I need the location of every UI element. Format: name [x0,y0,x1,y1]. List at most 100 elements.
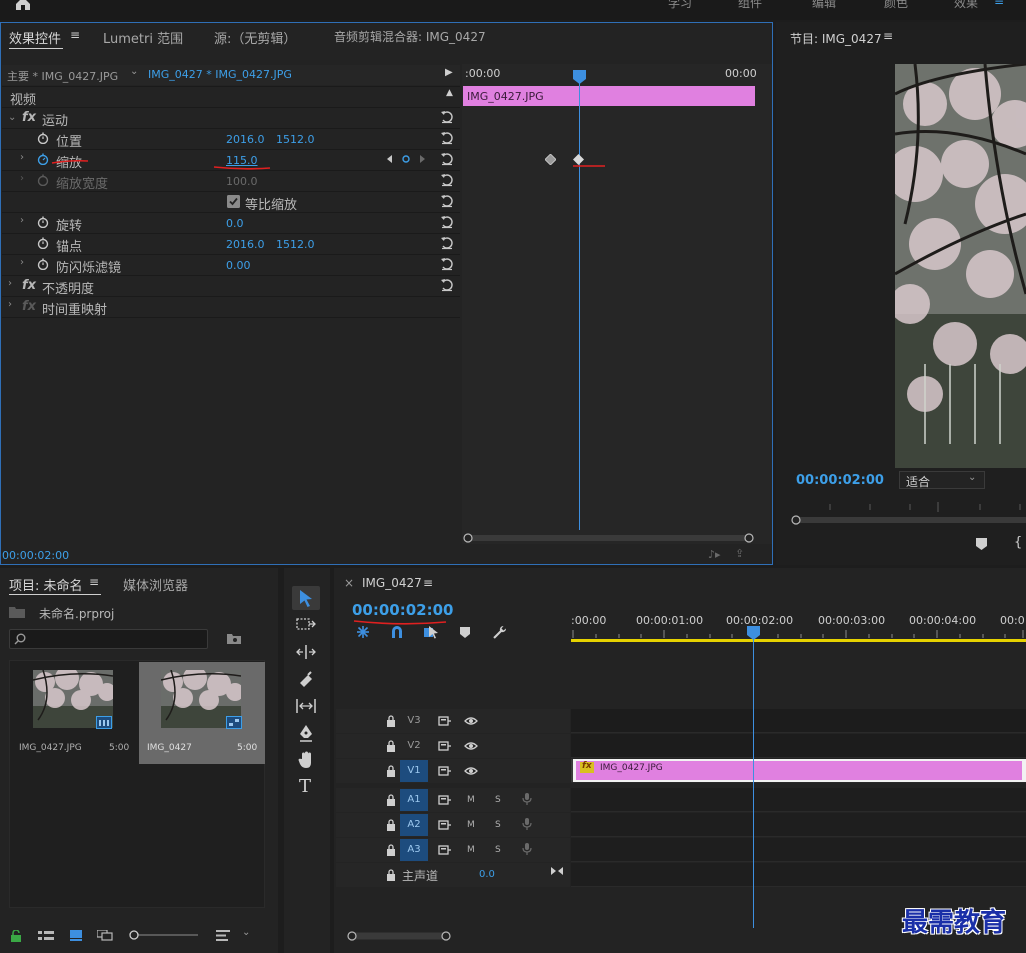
chevron-right-icon[interactable]: › [20,257,24,268]
reset-icon[interactable] [440,278,454,292]
sync-lock-icon[interactable] [438,715,452,727]
master-track-expand-icon[interactable] [550,866,564,876]
timeline-settings-wrench-icon[interactable] [492,625,507,640]
sync-lock-icon[interactable] [438,794,452,806]
lock-open-icon[interactable] [11,930,21,942]
lock-icon[interactable] [384,819,398,831]
track-target-v3[interactable]: V3 [400,710,428,732]
sequence-tab-title[interactable]: IMG_0427 [362,576,422,590]
chevron-right-icon[interactable]: › [8,299,12,310]
ripple-edit-tool-icon[interactable] [296,644,316,660]
close-sequence-icon[interactable]: × [344,576,354,590]
reset-icon[interactable] [440,110,454,124]
add-marker-icon[interactable] [460,627,470,638]
solo-button[interactable]: S [495,820,501,830]
chevron-down-icon[interactable]: ⌄ [130,66,138,77]
sync-lock-icon[interactable] [438,740,452,752]
reset-icon[interactable] [440,131,454,145]
list-view-icon[interactable] [38,931,54,941]
anti-flicker-value[interactable]: 0.00 [226,259,251,272]
mark-in-icon[interactable]: { [1014,535,1022,550]
toggle-output-eye-icon[interactable] [464,715,478,727]
chevron-down-icon[interactable]: ⌄ [242,927,250,938]
anchor-y-value[interactable]: 1512.0 [276,238,315,251]
home-icon[interactable] [14,0,32,10]
track-lane-v3[interactable] [571,709,1026,733]
track-header-v1[interactable] [336,759,570,783]
project-item-selected[interactable]: IMG_0427 5:00 [139,662,265,764]
lock-icon[interactable] [384,794,398,806]
fx-badge-icon[interactable]: fx [22,278,36,293]
position-y-value[interactable]: 1512.0 [276,133,315,146]
sync-lock-icon[interactable] [438,765,452,777]
master-track-volume[interactable]: 0.0 [479,869,495,880]
project-item[interactable]: IMG_0427.JPG 5:00 [11,662,137,764]
track-header-a2[interactable] [336,813,570,837]
stopwatch-icon[interactable] [37,216,49,228]
export-frame-icon[interactable]: ⇪ [735,547,744,560]
linked-selection-icon[interactable] [423,625,439,639]
track-target-v1[interactable]: V1 [400,760,428,782]
track-target-v2[interactable]: V2 [400,735,428,757]
workspace-tab-learn[interactable]: 学习 [668,0,692,11]
track-lane-a2[interactable] [571,813,1026,837]
track-target-a2[interactable]: A2 [400,814,428,836]
track-header-a3[interactable] [336,838,570,862]
keyframe-zoom-scrollbar[interactable] [463,533,755,543]
clip-fx-badge-icon[interactable]: fx [582,761,592,771]
master-clip-label[interactable]: 主要 * IMG_0427.JPG [7,68,118,84]
voice-over-mic-icon[interactable] [520,793,534,805]
snap-magnet-icon[interactable] [390,625,404,639]
toggle-output-eye-icon[interactable] [464,740,478,752]
track-header-a1[interactable] [336,788,570,812]
chevron-expanded-icon[interactable]: ⌄ [8,112,16,123]
reset-icon[interactable] [440,215,454,229]
stopwatch-icon[interactable] [37,258,49,270]
tab-source[interactable]: 源:（无剪辑） [214,28,296,47]
sort-icons-icon[interactable] [216,930,230,941]
tab-effect-controls[interactable]: 效果控件 [9,28,61,47]
track-header-master[interactable] [336,863,570,887]
anchor-x-value[interactable]: 2016.0 [226,238,265,251]
lock-icon[interactable] [384,844,398,856]
selection-tool-icon[interactable] [299,589,313,607]
solo-button[interactable]: S [495,795,501,805]
zoom-slider[interactable] [128,929,198,941]
track-target-a3[interactable]: A3 [400,839,428,861]
effect-controls-timecode[interactable]: 00:00:02:00 [2,549,69,562]
stopwatch-active-icon[interactable] [37,153,49,165]
mute-button[interactable]: M [467,820,475,830]
solo-button[interactable]: S [495,845,501,855]
reset-icon[interactable] [440,173,454,187]
track-lane-a1[interactable] [571,788,1026,812]
panel-menu-icon[interactable]: ≡ [423,576,433,590]
panel-menu-icon[interactable]: ≡ [883,29,893,43]
workspace-tab-color[interactable]: 颜色 [884,0,908,11]
freeform-view-icon[interactable] [97,930,115,941]
program-timecode[interactable]: 00:00:02:00 [796,473,884,488]
timeline-timecode[interactable]: 00:00:02:00 [352,601,454,619]
program-monitor-title[interactable]: 节目: IMG_0427 [790,30,882,47]
reset-icon[interactable] [440,236,454,250]
pen-tool-icon[interactable] [298,724,314,742]
tab-media-browser[interactable]: 媒体浏览器 [123,575,188,594]
workspace-tab-effects[interactable]: 效果 [954,0,978,11]
keyframe-navigator[interactable] [386,153,426,165]
play-only-audio-icon[interactable]: ▶ [445,67,453,78]
mute-button[interactable]: M [467,845,475,855]
track-lane-master[interactable] [571,863,1026,887]
tab-project[interactable]: 项目: 未命名 [9,575,83,594]
voice-over-mic-icon[interactable] [520,818,534,830]
new-search-bin-icon[interactable] [227,633,241,644]
tab-lumetri-scopes[interactable]: Lumetri 范围 [103,28,183,47]
rotation-value[interactable]: 0.0 [226,217,244,230]
slip-tool-icon[interactable] [296,698,316,714]
icon-view-icon[interactable] [70,930,82,941]
stopwatch-icon[interactable] [37,132,49,144]
project-search-input[interactable] [9,629,208,649]
program-scrubber[interactable] [790,500,1026,526]
track-target-a1[interactable]: A1 [400,789,428,811]
playhead-handle-icon[interactable] [573,70,586,84]
keyframe-diamond-icon[interactable] [545,154,556,165]
reset-icon[interactable] [440,152,454,166]
